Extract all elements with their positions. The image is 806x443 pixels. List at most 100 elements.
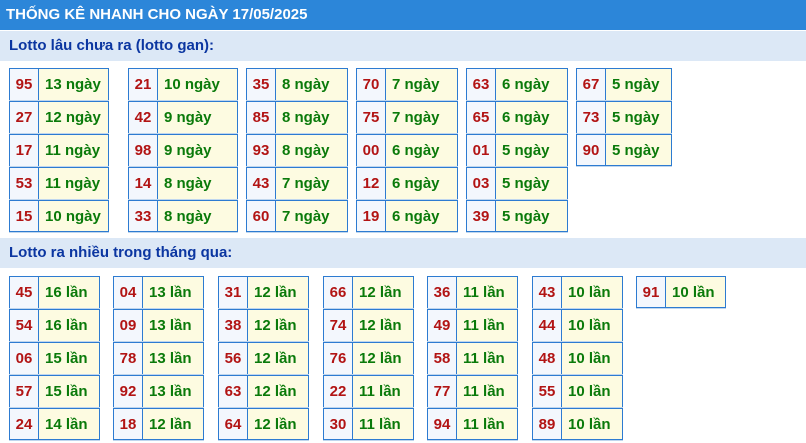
days-absent: 5 ngày — [606, 68, 672, 100]
lotto-number: 01 — [466, 134, 496, 166]
lotto-number: 63 — [218, 375, 248, 407]
gan-row: 14 8 ngày — [128, 167, 238, 200]
freq-row: 45 16 lần — [9, 276, 100, 309]
gan-row: 27 12 ngày — [9, 101, 109, 134]
days-absent: 11 ngày — [39, 167, 109, 199]
freq-row: 18 12 lần — [113, 408, 204, 441]
freq-column: 66 12 lần 74 12 lần 76 12 lần 22 11 lần 30 11 lần — [323, 276, 414, 441]
occurrence-count: 16 lần — [39, 309, 100, 341]
occurrence-count: 15 lần — [39, 342, 100, 374]
lotto-number: 45 — [9, 276, 39, 308]
occurrence-count: 11 lần — [457, 309, 518, 341]
lotto-number: 89 — [532, 408, 562, 440]
days-absent: 5 ngày — [496, 200, 568, 232]
occurrence-count: 13 lần — [143, 375, 204, 407]
lotto-number: 85 — [246, 101, 276, 133]
occurrence-count: 12 lần — [248, 276, 309, 308]
lotto-number: 30 — [323, 408, 353, 440]
stats-page: THỐNG KÊ NHANH CHO NGÀY 17/05/2025 Lotto… — [0, 0, 806, 443]
days-absent: 6 ngày — [386, 200, 458, 232]
freq-row: 91 10 lần — [636, 276, 726, 309]
freq-row: 22 11 lần — [323, 375, 414, 408]
occurrence-count: 13 lần — [143, 309, 204, 341]
gan-row: 19 6 ngày — [356, 200, 458, 233]
freq-row: 77 11 lần — [427, 375, 518, 408]
freq-row: 09 13 lần — [113, 309, 204, 342]
occurrence-count: 15 lần — [39, 375, 100, 407]
days-absent: 13 ngày — [39, 68, 109, 100]
lotto-number: 14 — [128, 167, 158, 199]
lotto-number: 75 — [356, 101, 386, 133]
gan-column: 67 5 ngày 73 5 ngày 90 5 ngày — [576, 68, 672, 167]
freq-row: 78 13 lần — [113, 342, 204, 375]
gan-row: 98 9 ngày — [128, 134, 238, 167]
lotto-number: 35 — [246, 68, 276, 100]
days-absent: 8 ngày — [276, 101, 348, 133]
gan-row: 70 7 ngày — [356, 68, 458, 101]
lotto-number: 04 — [113, 276, 143, 308]
freq-row: 54 16 lần — [9, 309, 100, 342]
gan-row: 39 5 ngày — [466, 200, 568, 233]
frequent-section-title: Lotto ra nhiều trong tháng qua: — [0, 238, 806, 268]
gan-row: 60 7 ngày — [246, 200, 348, 233]
lotto-number: 53 — [9, 167, 39, 199]
occurrence-count: 11 lần — [457, 342, 518, 374]
gan-row: 85 8 ngày — [246, 101, 348, 134]
gan-row: 12 6 ngày — [356, 167, 458, 200]
lotto-number: 95 — [9, 68, 39, 100]
freq-row: 04 13 lần — [113, 276, 204, 309]
occurrence-count: 10 lần — [562, 276, 623, 308]
freq-row: 94 11 lần — [427, 408, 518, 441]
freq-row: 44 10 lần — [532, 309, 623, 342]
gan-row: 73 5 ngày — [576, 101, 672, 134]
lotto-number: 94 — [427, 408, 457, 440]
days-absent: 9 ngày — [158, 134, 238, 166]
freq-row: 31 12 lần — [218, 276, 309, 309]
lotto-number: 57 — [9, 375, 39, 407]
days-absent: 5 ngày — [496, 134, 568, 166]
freq-row: 66 12 lần — [323, 276, 414, 309]
lotto-number: 64 — [218, 408, 248, 440]
days-absent: 7 ngày — [276, 200, 348, 232]
lotto-number: 58 — [427, 342, 457, 374]
lotto-number: 65 — [466, 101, 496, 133]
days-absent: 7 ngày — [276, 167, 348, 199]
lotto-number: 74 — [323, 309, 353, 341]
lotto-number: 17 — [9, 134, 39, 166]
freq-row: 89 10 lần — [532, 408, 623, 441]
gan-row: 01 5 ngày — [466, 134, 568, 167]
occurrence-count: 12 lần — [353, 276, 414, 308]
lotto-number: 42 — [128, 101, 158, 133]
lotto-number: 92 — [113, 375, 143, 407]
gan-column: 95 13 ngày 27 12 ngày 17 11 ngày 53 11 ngày 15 10… — [9, 68, 109, 233]
days-absent: 6 ngày — [496, 101, 568, 133]
lotto-number: 43 — [246, 167, 276, 199]
occurrence-count: 10 lần — [666, 276, 726, 308]
occurrence-count: 10 lần — [562, 408, 623, 440]
gan-row: 43 7 ngày — [246, 167, 348, 200]
freq-column: 36 11 lần 49 11 lần 58 11 lần 77 11 lần 94 11 lần — [427, 276, 518, 441]
lotto-number: 15 — [9, 200, 39, 232]
freq-row: 76 12 lần — [323, 342, 414, 375]
days-absent: 5 ngày — [606, 101, 672, 133]
days-absent: 8 ngày — [158, 200, 238, 232]
gan-column: 21 10 ngày 42 9 ngày 98 9 ngày 14 8 ngày 33 8 ngà… — [128, 68, 238, 233]
lotto-number: 39 — [466, 200, 496, 232]
lotto-number: 60 — [246, 200, 276, 232]
lotto-number: 38 — [218, 309, 248, 341]
lotto-number: 77 — [427, 375, 457, 407]
days-absent: 8 ngày — [276, 134, 348, 166]
gan-column: 63 6 ngày 65 6 ngày 01 5 ngày 03 5 ngày 39 5 ngày — [466, 68, 568, 233]
freq-column: 45 16 lần 54 16 lần 06 15 lần 57 15 lần 24 14 lần — [9, 276, 100, 441]
freq-column: 31 12 lần 38 12 lần 56 12 lần 63 12 lần 64 12 lần — [218, 276, 309, 441]
lotto-number: 78 — [113, 342, 143, 374]
days-absent: 10 ngày — [158, 68, 238, 100]
lotto-number: 90 — [576, 134, 606, 166]
lotto-number: 09 — [113, 309, 143, 341]
lotto-number: 73 — [576, 101, 606, 133]
gan-row: 03 5 ngày — [466, 167, 568, 200]
gan-row: 95 13 ngày — [9, 68, 109, 101]
gan-row: 90 5 ngày — [576, 134, 672, 167]
lotto-number: 63 — [466, 68, 496, 100]
occurrence-count: 12 lần — [143, 408, 204, 440]
